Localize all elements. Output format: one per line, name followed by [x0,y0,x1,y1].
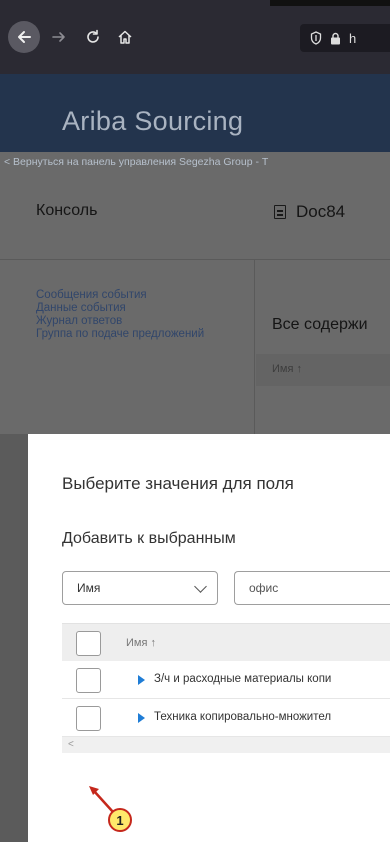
document-icon [274,205,286,219]
row-label: З/ч и расходные материалы копи [154,673,332,685]
document-title: Doc84 [274,202,345,222]
page-background: Консоль Doc84 Сообщения события Данные с… [0,174,390,434]
link-event-messages[interactable]: Сообщения события [36,289,216,302]
chevron-down-icon [194,580,207,593]
document-title-text: Doc84 [296,202,346,221]
url-text: h [349,30,357,46]
horizontal-scrollbar[interactable]: < [62,737,390,753]
forward-icon [52,32,65,42]
console-links: Сообщения события Данные события Журнал … [36,289,216,341]
results-table-header: Имя ↑ [62,623,390,661]
home-button[interactable] [112,22,138,52]
content-table-name-column[interactable]: Имя ↑ [272,363,302,375]
annotation-badge: 1 [108,808,132,832]
table-row: З/ч и расходные материалы копи [62,661,390,699]
search-input-value: офис [249,581,279,595]
reload-icon [87,29,99,43]
table-row: Техника копировально-множител [62,699,390,737]
link-bid-group[interactable]: Группа по подаче предложений [36,328,216,341]
app-title: Ariba Sourcing [62,106,244,136]
filter-field-select[interactable]: Имя [62,571,218,605]
divider [0,259,390,260]
browser-toolbar: h [0,0,390,74]
expand-arrow-icon[interactable] [138,713,145,723]
app-header: Ariba Sourcing [0,74,390,152]
home-icon [118,30,132,44]
link-event-data[interactable]: Данные события [36,302,216,315]
console-title: Консоль [36,202,98,219]
tab-strip [270,0,390,6]
url-bar[interactable]: h [300,24,390,52]
select-all-checkbox[interactable] [76,631,101,656]
shield-icon [310,31,322,45]
results-table: Имя ↑ З/ч и расходные материалы копи Тех… [62,623,390,753]
row-label: Техника копировально-множител [154,711,332,723]
expand-arrow-icon[interactable] [138,675,145,685]
scroll-left-arrow[interactable]: < [68,739,74,750]
row-checkbox[interactable] [76,706,101,731]
lock-icon [331,32,340,44]
row-checkbox[interactable] [76,668,101,693]
back-to-dashboard-link[interactable]: < Вернуться на панель управления Segezha… [0,152,390,174]
back-button[interactable] [8,21,40,53]
forward-button[interactable] [46,22,72,52]
reload-button[interactable] [80,22,106,52]
link-response-log[interactable]: Журнал ответов [36,315,216,328]
name-column-header[interactable]: Имя ↑ [126,637,156,649]
search-input[interactable]: офис [234,571,390,605]
dialog-title: Выберите значения для поля [62,474,294,493]
add-to-selected-heading: Добавить к выбранным [62,530,236,547]
content-heading: Все содержи [272,316,368,333]
back-icon [18,31,31,43]
filter-field-value: Имя [77,581,101,595]
select-values-dialog: Выберите значения для поля Добавить к вы… [28,434,390,842]
sidebar-divider [254,259,255,434]
